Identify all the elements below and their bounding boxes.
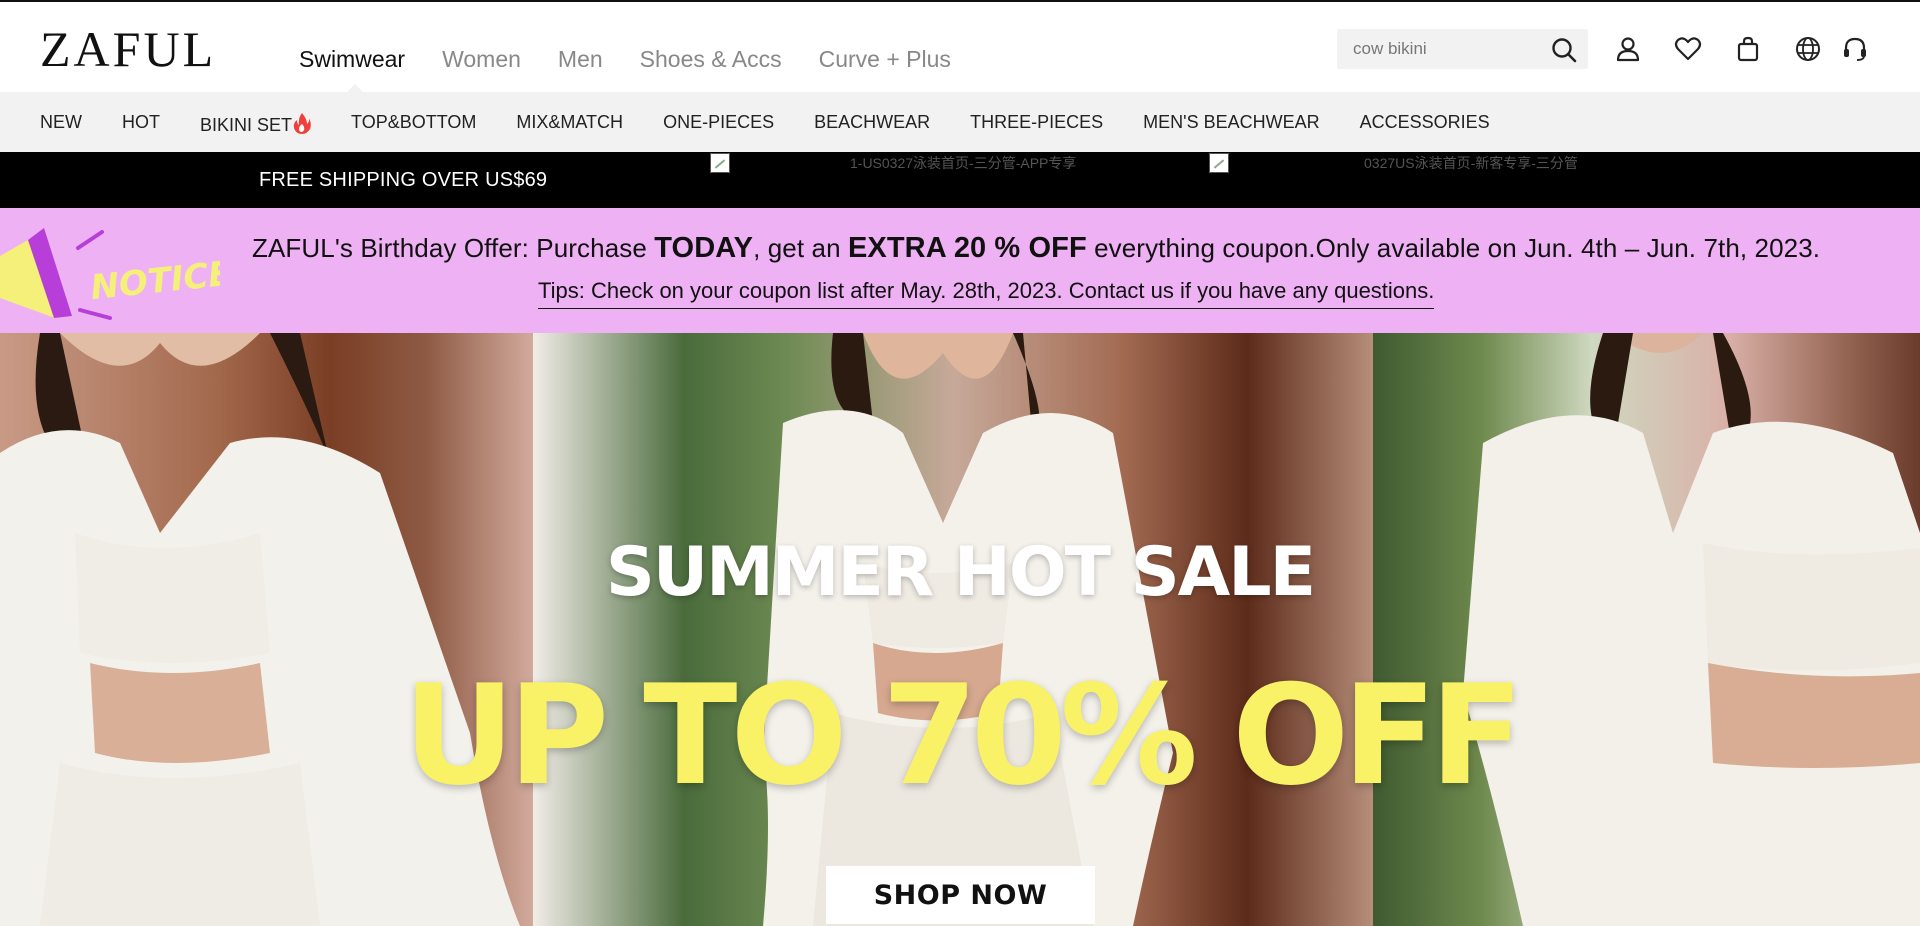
- category-hot[interactable]: HOT: [122, 112, 160, 136]
- nav-shoes-accs[interactable]: Shoes & Accs: [640, 46, 782, 73]
- promo-image-new-customer[interactable]: 0327US泳装首页-新客专享-三分管: [1209, 152, 1578, 174]
- birthday-notice-banner: NOTICE ZAFUL's Birthday Offer: Purchase …: [0, 208, 1920, 333]
- hero-photo-left: [0, 333, 533, 926]
- shop-now-button[interactable]: SHOP NOW: [826, 866, 1095, 924]
- main-nav: Swimwear Women Men Shoes & Accs Curve + …: [299, 46, 951, 73]
- offer-text-part: , get an: [753, 233, 848, 263]
- promo-image-app-exclusive[interactable]: 1-US0327泳装首页-三分管-APP专享: [710, 152, 1076, 174]
- offer-text-part: ZAFUL's Birthday Offer: Purchase: [252, 233, 655, 263]
- hero-discount: UP TO 70% OFF: [403, 655, 1524, 816]
- hero-photo-right: [1373, 333, 1920, 926]
- bag-icon[interactable]: [1733, 34, 1763, 64]
- category-mens-beachwear[interactable]: MEN'S BEACHWEAR: [1143, 112, 1319, 136]
- site-header: ZAFUL Swimwear Women Men Shoes & Accs Cu…: [0, 0, 1920, 94]
- support-icon[interactable]: [1840, 34, 1870, 64]
- category-one-pieces[interactable]: ONE-PIECES: [663, 112, 774, 136]
- birthday-offer-text: ZAFUL's Birthday Offer: Purchase TODAY, …: [252, 232, 1820, 265]
- notice-badge-text: NOTICE: [89, 254, 220, 309]
- category-list: NEW HOT BIKINI SET TOP&BOTTOM MIX&MATCH …: [40, 112, 1490, 136]
- promo-image-alt: 1-US0327泳装首页-三分管-APP专享: [850, 155, 1077, 171]
- megaphone-icon: NOTICE: [0, 228, 220, 320]
- broken-image-icon: [1209, 153, 1229, 173]
- search-input[interactable]: [1337, 29, 1537, 69]
- account-icon[interactable]: [1613, 34, 1643, 64]
- category-bar: NEW HOT BIKINI SET TOP&BOTTOM MIX&MATCH …: [0, 92, 1920, 152]
- offer-discount: EXTRA 20 % OFF: [847, 232, 1087, 264]
- category-beachwear[interactable]: BEACHWEAR: [814, 112, 930, 136]
- nav-curve-plus[interactable]: Curve + Plus: [819, 46, 951, 73]
- category-bikini-set-label: BIKINI SET: [200, 115, 293, 135]
- nav-men[interactable]: Men: [558, 46, 603, 73]
- coupon-tips-link[interactable]: Tips: Check on your coupon list after Ma…: [538, 278, 1435, 309]
- category-accessories[interactable]: ACCESSORIES: [1360, 112, 1490, 136]
- offer-text-part: everything coupon.Only available on Jun.…: [1086, 233, 1821, 263]
- fire-icon: [293, 112, 311, 134]
- category-top-bottom[interactable]: TOP&BOTTOM: [351, 112, 476, 136]
- broken-image-icon: [710, 153, 730, 173]
- nav-swimwear[interactable]: Swimwear: [299, 46, 405, 73]
- nav-women[interactable]: Women: [442, 46, 521, 73]
- category-bikini-set[interactable]: BIKINI SET: [200, 112, 311, 136]
- globe-icon[interactable]: [1793, 34, 1823, 64]
- category-new[interactable]: NEW: [40, 112, 82, 136]
- free-shipping-text[interactable]: FREE SHIPPING OVER US$69: [259, 169, 547, 192]
- category-three-pieces[interactable]: THREE-PIECES: [970, 112, 1103, 136]
- offer-today: TODAY: [654, 232, 754, 264]
- zaful-logo[interactable]: ZAFUL: [40, 24, 216, 74]
- promo-image-alt: 0327US泳装首页-新客专享-三分管: [1364, 155, 1578, 171]
- hero-photo-middle: [533, 333, 1373, 926]
- search-icon[interactable]: [1550, 36, 1578, 64]
- wishlist-icon[interactable]: [1673, 34, 1703, 64]
- hero-title: SUMMER HOT SALE: [605, 533, 1316, 612]
- hero-banner[interactable]: SUMMER HOT SALE UP TO 70% OFF SHOP NOW: [0, 333, 1920, 926]
- category-mix-match[interactable]: MIX&MATCH: [516, 112, 623, 136]
- search-box: [1337, 29, 1588, 69]
